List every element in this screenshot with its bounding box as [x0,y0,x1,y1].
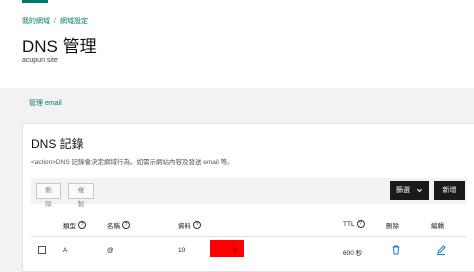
page-header: 我的網域 / 網域設定 DNS 管理 acupun site [0,0,474,88]
column-header-name[interactable]: 名稱 ? [107,220,130,230]
column-header-type[interactable]: 類型 ? [63,220,86,230]
breadcrumb-domain-settings[interactable]: 網域設定 [60,16,88,26]
header-accent-bar [22,0,48,3]
column-header-delete: 刪除 [386,220,399,230]
pencil-icon[interactable] [435,244,447,256]
column-header-edit: 編輯 [431,220,444,230]
table-divider [31,236,467,237]
breadcrumb-my-domains[interactable]: 我的網域 [22,16,50,26]
row-data-suffix: 3 [233,247,237,254]
breadcrumb-separator: / [54,17,56,25]
column-delete-label: 刪除 [386,223,399,230]
column-ttl-label: TTL [343,220,355,228]
breadcrumb: 我的網域 / 網域設定 [22,16,88,26]
row-ttl: 600 秒 [343,250,363,257]
row-data-prefix: 10 [178,247,186,254]
records-toolbar: 刪除 複製 篩選 新增 ··· [31,178,467,208]
filter-button[interactable]: 篩選 [390,181,429,200]
site-name: acupun site [22,57,58,64]
redaction-block [210,240,244,257]
page-title: DNS 管理 [22,37,97,56]
column-data-label: 資料 [178,223,191,230]
card-title: DNS 記錄 [31,137,84,151]
row-name: @ [107,247,114,254]
trash-icon[interactable] [390,244,402,256]
dns-records-card: DNS 記錄 <action>DNS 記錄會決定網域行為。如需示網站內容及發送 … [22,123,474,272]
filter-label: 篩選 [396,187,411,194]
column-header-ttl[interactable]: TTL ? [343,220,365,228]
card-description: <action>DNS 記錄會決定網域行為。如需示網站內容及發送 email 等… [31,159,234,166]
column-name-label: 名稱 [107,223,120,230]
row-type: A [63,247,68,254]
column-header-data[interactable]: 資料 ? [178,220,201,230]
delete-button[interactable]: 刪除 [36,183,61,208]
column-edit-label: 編輯 [431,223,444,230]
row-checkbox[interactable] [38,246,46,254]
copy-button[interactable]: 複製 [68,183,94,208]
chevron-down-icon [416,188,422,193]
help-icon[interactable]: ? [122,221,130,229]
help-icon[interactable]: ? [193,221,201,229]
help-icon[interactable]: ? [78,221,86,229]
column-type-label: 類型 [63,223,76,230]
help-icon[interactable]: ? [356,220,365,228]
more-options-icon[interactable]: ··· [451,184,463,194]
manage-email-link[interactable]: 管理 email [29,98,62,108]
